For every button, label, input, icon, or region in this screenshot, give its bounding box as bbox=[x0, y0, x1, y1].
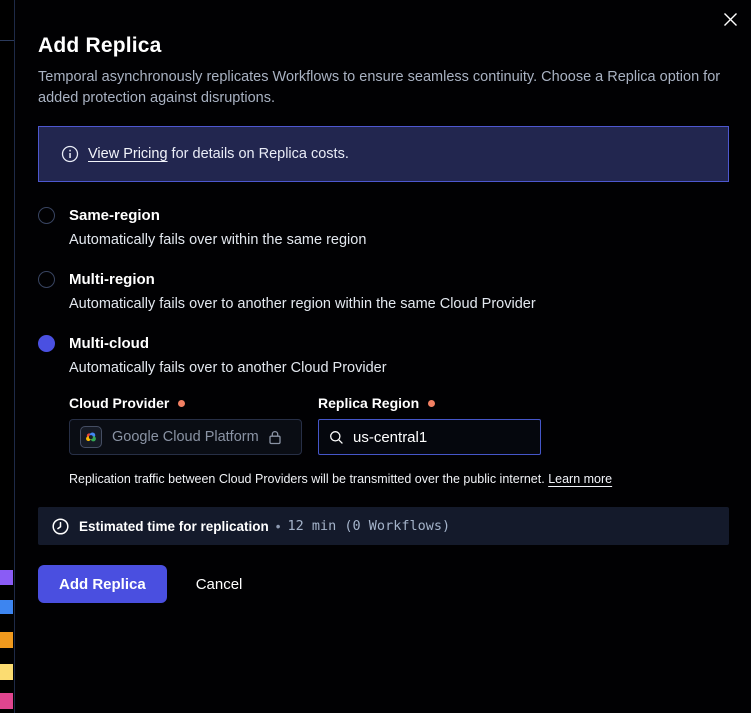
page-title: Add Replica bbox=[38, 34, 729, 58]
cloud-provider-value: Google Cloud Platform bbox=[112, 429, 259, 445]
option-label: Multi-cloud bbox=[69, 335, 149, 352]
background-divider bbox=[0, 40, 14, 41]
radio-row-multi-cloud[interactable]: Multi-cloud bbox=[38, 335, 729, 352]
pricing-banner-text: for details on Replica costs. bbox=[168, 146, 349, 162]
radio-row-multi-region[interactable]: Multi-region bbox=[38, 271, 729, 288]
cloud-provider-label: Cloud Provider bbox=[69, 395, 302, 411]
estimate-value: 12 min (0 Workflows) bbox=[288, 518, 451, 534]
background-fragment-pink bbox=[0, 693, 13, 709]
add-replica-modal: Add Replica Temporal asynchronously repl… bbox=[14, 0, 751, 713]
radio-multi-cloud[interactable] bbox=[38, 335, 55, 352]
radio-multi-region[interactable] bbox=[38, 271, 55, 288]
option-description: Automatically fails over within the same… bbox=[69, 232, 729, 248]
option-label: Same-region bbox=[69, 207, 160, 224]
cancel-button[interactable]: Cancel bbox=[196, 576, 243, 593]
background-page-edge bbox=[0, 0, 14, 713]
estimated-time-banner: Estimated time for replication • 12 min … bbox=[38, 507, 729, 545]
radio-same-region[interactable] bbox=[38, 207, 55, 224]
modal-description: Temporal asynchronously replicates Workf… bbox=[38, 67, 729, 109]
cloud-provider-select[interactable]: Google Cloud Platform bbox=[69, 419, 302, 455]
info-icon bbox=[61, 145, 79, 163]
lock-icon bbox=[268, 430, 282, 445]
option-same-region: Same-region Automatically fails over wit… bbox=[38, 207, 729, 248]
clock-icon bbox=[52, 518, 69, 535]
required-dot bbox=[178, 400, 185, 407]
radio-row-same-region[interactable]: Same-region bbox=[38, 207, 729, 224]
background-fragment-blue bbox=[0, 600, 13, 614]
replica-region-label: Replica Region bbox=[318, 395, 541, 411]
option-multi-region: Multi-region Automatically fails over to… bbox=[38, 271, 729, 312]
add-replica-button[interactable]: Add Replica bbox=[38, 565, 167, 603]
pricing-info-banner: View Pricing for details on Replica cost… bbox=[38, 126, 729, 182]
public-internet-note: Replication traffic between Cloud Provid… bbox=[69, 472, 729, 486]
background-fragment-purple bbox=[0, 570, 13, 585]
option-description: Automatically fails over to another regi… bbox=[69, 296, 729, 312]
estimate-separator: • bbox=[276, 519, 281, 534]
option-label: Multi-region bbox=[69, 271, 155, 288]
search-icon bbox=[329, 430, 344, 445]
option-multi-cloud: Multi-cloud Automatically fails over to … bbox=[38, 335, 729, 486]
replica-option-group: Same-region Automatically fails over wit… bbox=[38, 207, 729, 486]
replica-region-input[interactable] bbox=[353, 429, 513, 446]
estimate-label: Estimated time for replication bbox=[79, 519, 269, 534]
modal-actions: Add Replica Cancel bbox=[38, 565, 729, 603]
option-description: Automatically fails over to another Clou… bbox=[69, 360, 729, 376]
cloud-provider-field-group: Cloud Provider bbox=[69, 395, 302, 455]
required-dot bbox=[428, 400, 435, 407]
background-fragment-orange bbox=[0, 632, 13, 648]
gcp-logo-icon bbox=[80, 426, 102, 448]
background-fragment-yellow bbox=[0, 664, 13, 680]
replica-region-field-group: Replica Region bbox=[318, 395, 541, 455]
close-icon[interactable] bbox=[721, 10, 739, 28]
learn-more-link[interactable]: Learn more bbox=[548, 472, 612, 486]
view-pricing-link[interactable]: View Pricing bbox=[88, 146, 168, 162]
multi-cloud-form: Cloud Provider bbox=[69, 395, 729, 455]
replica-region-combobox[interactable] bbox=[318, 419, 541, 455]
